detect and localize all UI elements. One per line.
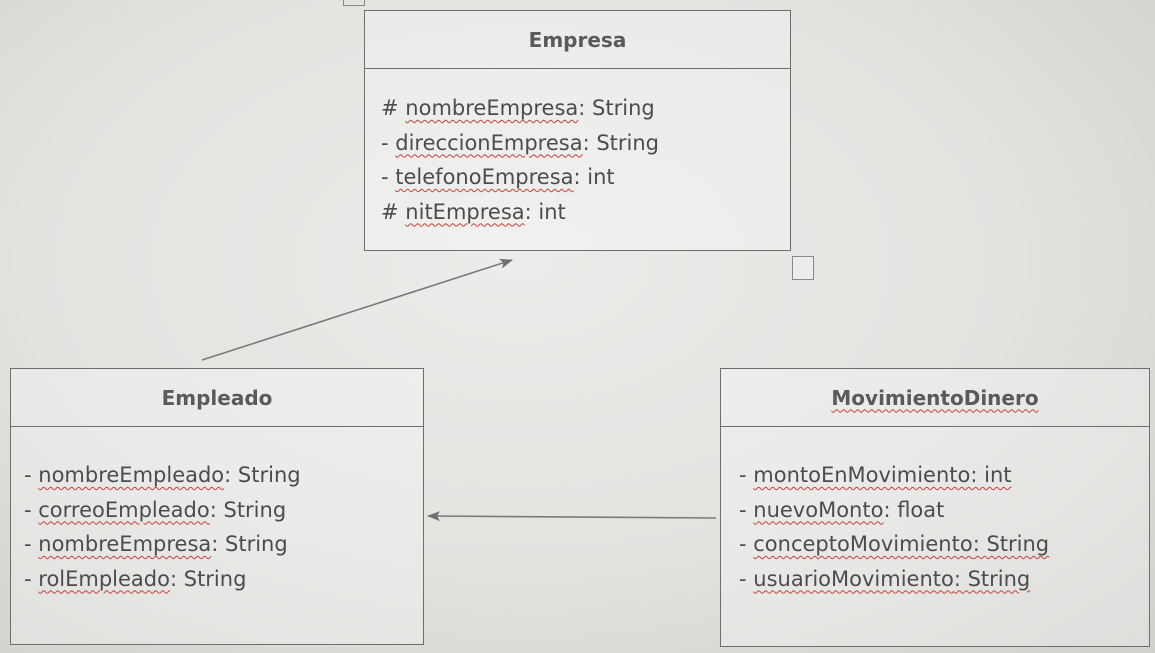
selection-handle-top[interactable] [343, 0, 365, 6]
attribute-visibility: - [739, 532, 747, 556]
attribute-name: nombreEmpleado [38, 463, 225, 487]
class-movimiento-dinero-attributes: - montoEnMovimiento: int - nuevoMonto: f… [721, 427, 1149, 596]
attribute-name: nombreEmpresa [405, 96, 579, 120]
attribute-name: conceptoMovimiento [753, 532, 973, 556]
attribute-type: : String [582, 130, 660, 155]
attribute-visibility: # [381, 199, 399, 224]
attribute-type: : int [970, 463, 1012, 487]
attribute-type: : String [953, 566, 1031, 591]
attribute-row[interactable]: - telefonoEmpresa: int [381, 160, 790, 195]
class-empresa-header: Empresa [365, 11, 790, 69]
attribute-visibility: - [739, 497, 747, 522]
attribute-row[interactable]: - nuevoMonto: float [739, 493, 1149, 528]
class-movimiento-dinero-header: MovimientoDinero [721, 369, 1149, 427]
class-movimiento-dinero-name: MovimientoDinero [831, 385, 1039, 410]
class-movimiento-dinero[interactable]: MovimientoDinero - montoEnMovimiento: in… [720, 368, 1150, 647]
class-empleado-attributes: - nombreEmpleado: String - correoEmplead… [11, 427, 423, 596]
attribute-name: correoEmpleado [38, 497, 210, 522]
class-empresa-name: Empresa [528, 27, 627, 52]
attribute-name: nuevoMonto [753, 497, 884, 522]
attribute-type: : String [169, 566, 247, 591]
attribute-visibility: # [381, 96, 399, 120]
attribute-row[interactable]: - conceptoMovimiento: String [739, 527, 1149, 562]
class-empresa-attributes: # nombreEmpresa: String - direccionEmpre… [365, 69, 790, 229]
attribute-row[interactable]: - rolEmpleado: String [24, 562, 423, 597]
attribute-row[interactable]: - direccionEmpresa: String [381, 126, 790, 161]
attribute-visibility: - [24, 532, 32, 556]
class-empleado[interactable]: Empleado - nombreEmpleado: String - corr… [10, 368, 424, 645]
attribute-row[interactable]: - nombreEmpleado: String [24, 458, 423, 493]
attribute-type: : String [972, 532, 1050, 556]
association-movimiento-empleado[interactable] [427, 511, 717, 522]
attribute-row[interactable]: - correoEmpleado: String [24, 493, 423, 528]
attribute-visibility: - [381, 130, 389, 155]
attribute-type: : String [224, 463, 301, 487]
attribute-name: telefonoEmpresa [395, 165, 574, 189]
attribute-type: : int [573, 165, 615, 189]
attribute-type: : String [209, 497, 287, 522]
attribute-type: : String [578, 96, 655, 120]
attribute-visibility: - [24, 463, 32, 487]
attribute-name: montoEnMovimiento [753, 463, 971, 487]
attribute-visibility: - [739, 463, 747, 487]
attribute-name: direccionEmpresa [395, 130, 583, 155]
attribute-name: nombreEmpresa [38, 532, 212, 556]
attribute-row[interactable]: - nombreEmpresa: String [24, 527, 423, 562]
class-empleado-name: Empleado [161, 385, 273, 410]
attribute-name: nitEmpresa [405, 199, 525, 224]
class-empleado-header: Empleado [11, 369, 423, 427]
attribute-visibility: - [739, 566, 747, 591]
attribute-name: rolEmpleado [38, 566, 170, 591]
association-empleado-empresa[interactable] [201, 258, 513, 361]
attribute-name: usuarioMovimiento [753, 566, 954, 591]
attribute-row[interactable]: - montoEnMovimiento: int [739, 458, 1149, 493]
attribute-row[interactable]: # nitEmpresa: int [381, 195, 790, 230]
class-empresa[interactable]: Empresa # nombreEmpresa: String - direcc… [364, 10, 791, 251]
attribute-type: : String [211, 532, 288, 556]
resize-handle[interactable] [792, 256, 814, 280]
attribute-visibility: - [381, 165, 389, 189]
attribute-type: : int [524, 199, 566, 224]
attribute-row[interactable]: # nombreEmpresa: String [381, 91, 790, 126]
attribute-row[interactable]: - usuarioMovimiento: String [739, 562, 1149, 597]
attribute-visibility: - [24, 566, 32, 591]
attribute-visibility: - [24, 497, 32, 522]
attribute-type: : float [883, 497, 945, 522]
